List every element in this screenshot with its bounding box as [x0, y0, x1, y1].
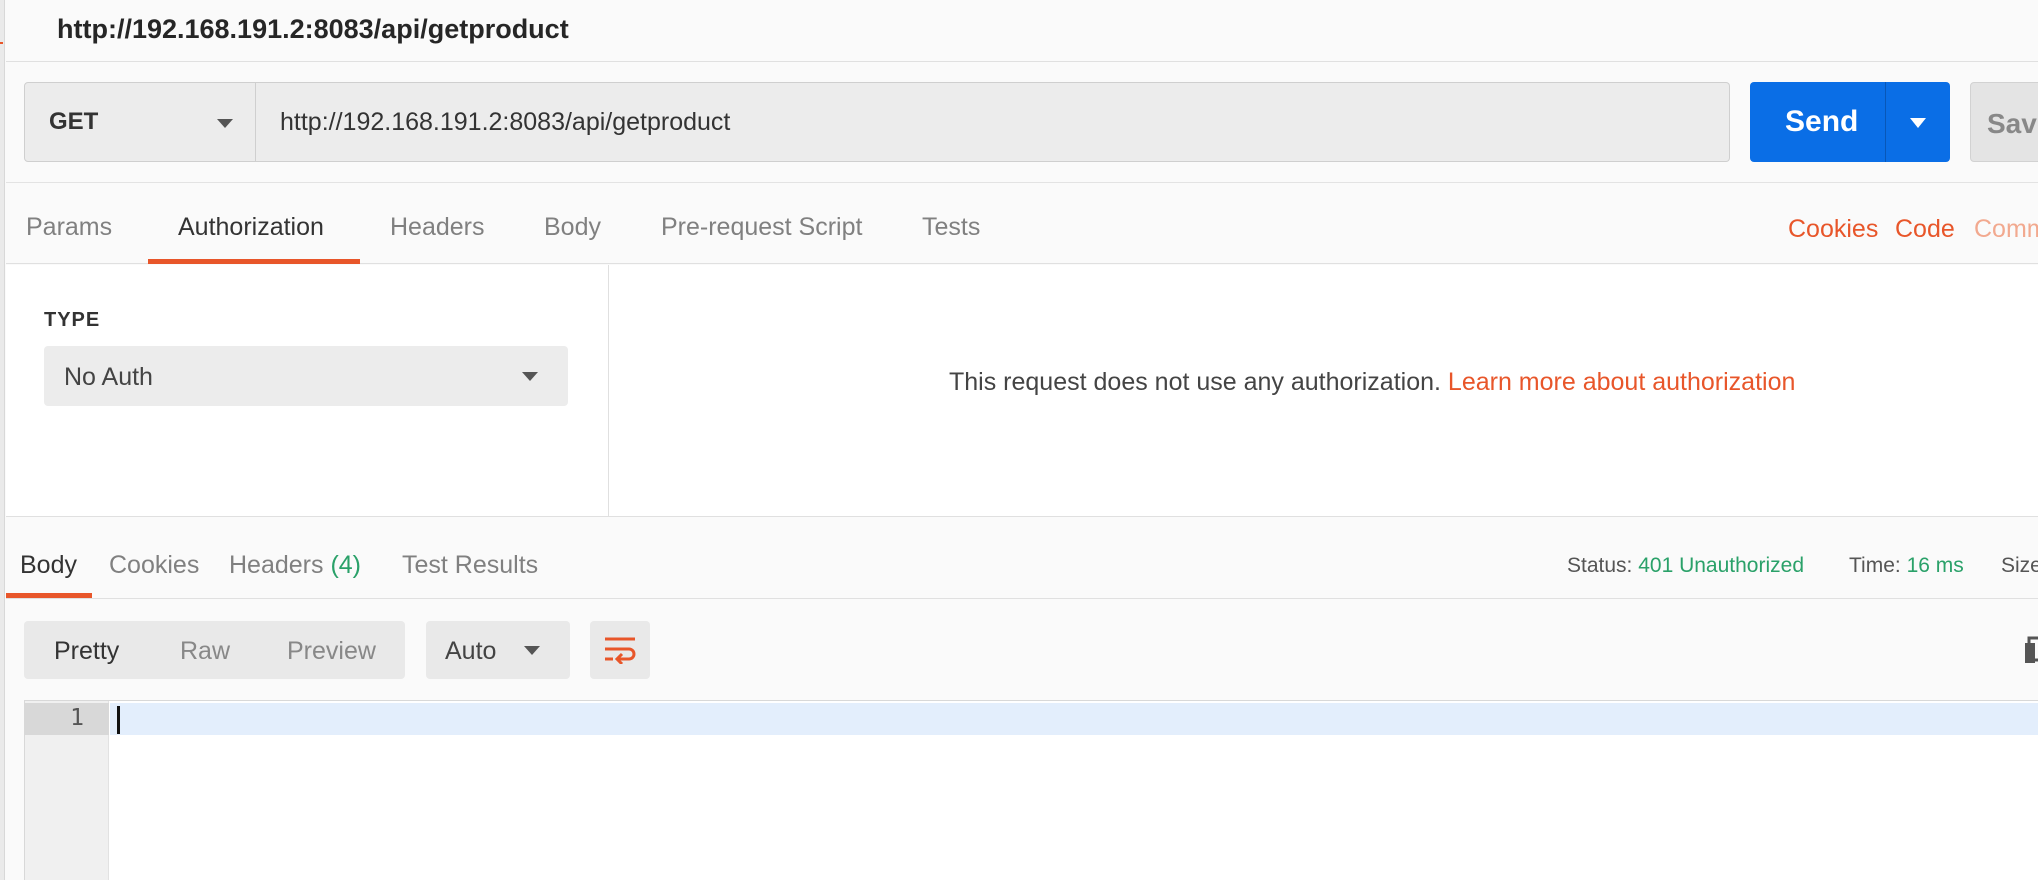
- status-value[interactable]: 401 Unauthorized: [1638, 554, 1804, 577]
- send-label: Send: [1785, 105, 1859, 138]
- line-number-gutter: 1: [25, 701, 109, 880]
- tab-pre-request-script[interactable]: Pre-request Script: [661, 213, 862, 242]
- status-readout: Status: 401 Unauthorized: [1567, 554, 1804, 578]
- format-preview-button[interactable]: Preview: [287, 637, 376, 666]
- auth-message: This request does not use any authorizat…: [949, 368, 1795, 397]
- learn-more-link[interactable]: Learn more about authorization: [1448, 368, 1795, 396]
- wrap-lines-button[interactable]: [590, 621, 650, 679]
- response-body-editor[interactable]: 1: [24, 700, 2038, 880]
- line-number: 1: [70, 705, 84, 731]
- time-label: Time:: [1849, 554, 1901, 577]
- save-label: Save: [1987, 108, 2038, 139]
- response-tab-cookies[interactable]: Cookies: [109, 551, 199, 580]
- headers-count-badge: (4): [330, 551, 362, 579]
- send-options-chevron-icon[interactable]: [1910, 118, 1926, 128]
- status-label: Status:: [1567, 554, 1633, 577]
- method-select[interactable]: GET: [24, 82, 256, 162]
- active-tab-indicator: [148, 259, 360, 264]
- response-tab-headers[interactable]: Headers (4): [229, 551, 361, 580]
- format-toggle-group: Pretty Raw Preview: [24, 621, 405, 679]
- auth-type-label: TYPE: [44, 309, 101, 331]
- comments-link[interactable]: Comm: [1974, 215, 2038, 244]
- tab-authorization[interactable]: Authorization: [178, 213, 324, 242]
- text-cursor: [117, 706, 120, 734]
- auth-type-select[interactable]: No Auth: [44, 346, 568, 406]
- wrap-lines-icon: [605, 637, 636, 664]
- sidebar-marker: [0, 42, 3, 44]
- size-label: Size: [2001, 554, 2038, 577]
- chevron-down-icon: [217, 119, 233, 128]
- auth-type-value: No Auth: [64, 363, 153, 391]
- active-line-highlight: [110, 703, 2038, 735]
- save-button[interactable]: Save: [1970, 82, 2038, 162]
- request-tabs: Params Authorization Headers Body Pre-re…: [6, 182, 2038, 264]
- chevron-down-icon: [524, 646, 540, 655]
- url-input[interactable]: [256, 82, 1730, 162]
- time-readout: Time: 16 ms: [1849, 554, 1964, 578]
- request-title: http://192.168.191.2:8083/api/getproduct: [57, 14, 569, 44]
- language-select[interactable]: Auto: [426, 621, 570, 679]
- send-button[interactable]: Send: [1750, 82, 1950, 162]
- format-pretty-button[interactable]: Pretty: [54, 637, 119, 666]
- tab-tests[interactable]: Tests: [922, 213, 980, 242]
- active-response-tab-indicator: [6, 593, 92, 598]
- chevron-down-icon: [522, 372, 538, 381]
- response-tabs: Body Cookies Headers (4) Test Results St…: [6, 517, 2038, 599]
- code-link[interactable]: Code: [1895, 215, 1955, 244]
- response-tab-body[interactable]: Body: [20, 551, 77, 580]
- active-line-number-bg: [25, 703, 109, 735]
- cookies-link[interactable]: Cookies: [1788, 215, 1878, 244]
- method-label: GET: [49, 108, 99, 135]
- tab-headers[interactable]: Headers: [390, 213, 485, 242]
- tab-body[interactable]: Body: [544, 213, 601, 242]
- language-value: Auto: [445, 637, 497, 665]
- sidebar-edge: [0, 0, 5, 880]
- send-divider: [1885, 82, 1886, 162]
- auth-message-text: This request does not use any authorizat…: [949, 368, 1441, 396]
- auth-type-section: TYPE No Auth: [6, 265, 609, 517]
- copy-icon[interactable]: [2024, 636, 2038, 664]
- headers-label: Headers: [229, 551, 324, 579]
- time-value[interactable]: 16 ms: [1907, 554, 1964, 577]
- authorization-panel: TYPE No Auth This request does not use a…: [6, 265, 2038, 517]
- request-bar: GET: [24, 82, 1730, 162]
- request-title-bar: http://192.168.191.2:8083/api/getproduct: [6, 0, 2038, 62]
- response-tab-test-results[interactable]: Test Results: [402, 551, 538, 580]
- tab-params[interactable]: Params: [26, 213, 112, 242]
- format-raw-button[interactable]: Raw: [180, 637, 230, 666]
